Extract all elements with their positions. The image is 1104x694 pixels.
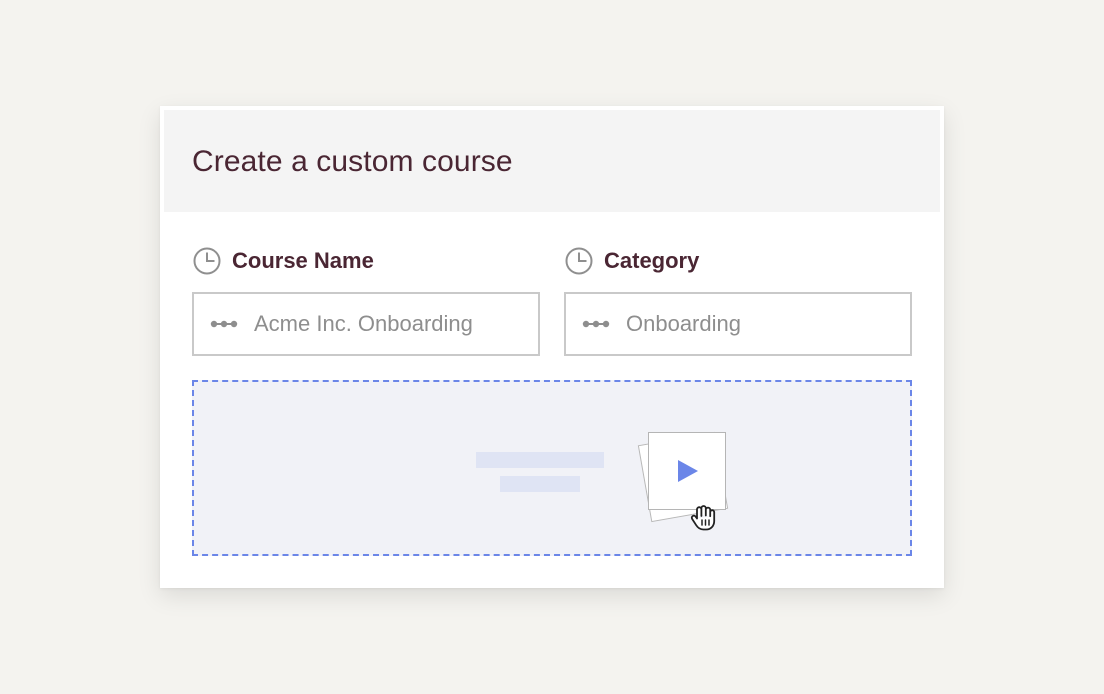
- course-name-input[interactable]: [254, 311, 524, 337]
- placeholder-line-short: [500, 476, 580, 492]
- card-title: Create a custom course: [192, 145, 513, 178]
- category-field[interactable]: [564, 292, 912, 356]
- dots-icon: [210, 320, 238, 328]
- play-icon: [678, 460, 698, 482]
- dots-icon: [582, 320, 610, 328]
- media-dropzone[interactable]: [192, 380, 912, 556]
- clock-icon: [193, 247, 221, 275]
- category-label: Category: [604, 248, 700, 273]
- course-name-label: Course Name: [232, 248, 374, 273]
- card-header: Create a custom course: [164, 110, 940, 212]
- video-card-stack: [637, 430, 740, 531]
- hand-cursor-icon: [690, 505, 716, 531]
- category-input[interactable]: [626, 311, 896, 337]
- category-label-row: Category: [564, 246, 699, 276]
- create-course-card: Create a custom course Course Name Categ…: [160, 106, 944, 588]
- course-name-label-row: Course Name: [192, 246, 374, 276]
- video-card-front: [648, 432, 726, 510]
- clock-icon: [565, 247, 593, 275]
- placeholder-line: [476, 452, 604, 468]
- course-name-field[interactable]: [192, 292, 540, 356]
